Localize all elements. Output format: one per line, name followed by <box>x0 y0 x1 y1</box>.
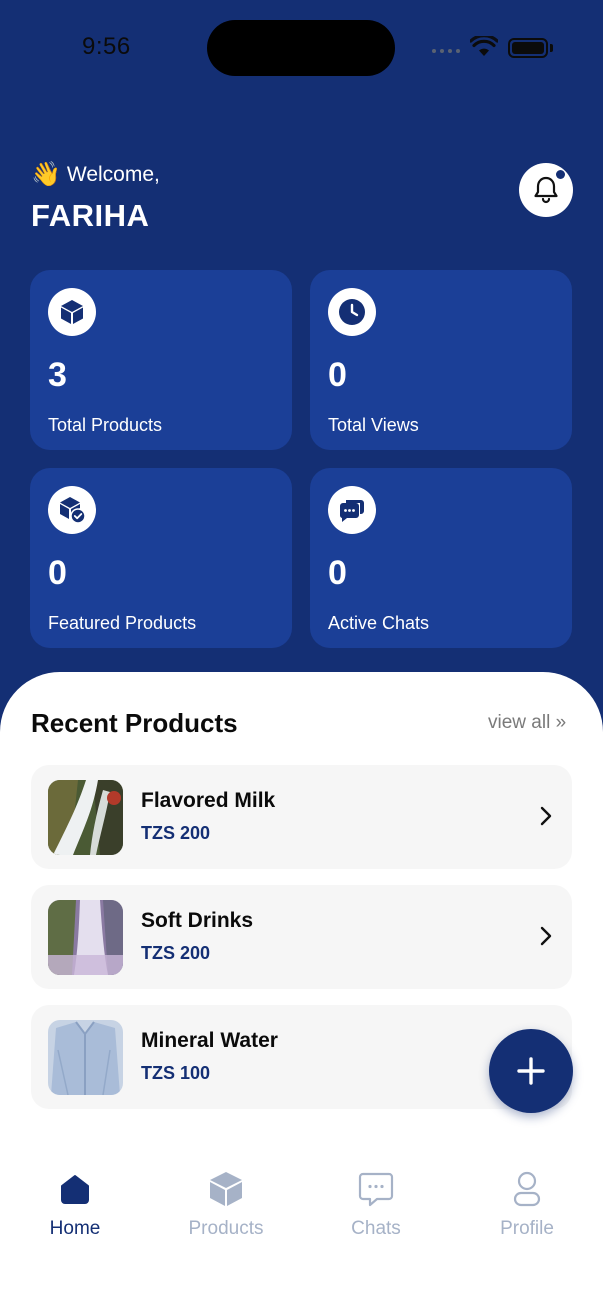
nav-label: Chats <box>351 1218 401 1239</box>
dynamic-island <box>207 20 395 76</box>
product-price: TZS 100 <box>141 1063 211 1083</box>
person-icon <box>513 1171 541 1207</box>
stat-value: 0 <box>328 554 347 592</box>
nav-label: Profile <box>500 1218 554 1239</box>
status-time: 9:56 <box>82 33 131 60</box>
battery-icon <box>508 38 548 58</box>
home-icon <box>61 1175 89 1204</box>
chat-icon <box>358 1172 394 1207</box>
stat-card-active-chats[interactable]: 0 Active Chats <box>310 468 572 648</box>
featured-box-icon <box>48 486 96 534</box>
stat-card-featured-products[interactable]: 0 Featured Products <box>30 468 292 648</box>
cube-icon <box>48 288 96 336</box>
product-thumbnail <box>48 1020 123 1095</box>
box-icon <box>210 1172 242 1206</box>
signal-icon <box>432 49 460 53</box>
stat-value: 3 <box>48 356 67 394</box>
nav-item-products[interactable]: Products <box>151 1170 301 1240</box>
product-name: Mineral Water <box>141 1029 278 1052</box>
section-title: Recent Products <box>31 708 238 738</box>
product-name: Flavored Milk <box>141 789 276 812</box>
chevron-right-icon <box>540 926 552 946</box>
stat-label: Total Products <box>48 415 163 435</box>
product-thumbnail <box>48 900 123 975</box>
plus-icon <box>517 1057 545 1085</box>
stat-card-total-views[interactable]: 0 Total Views <box>310 270 572 450</box>
product-price: TZS 200 <box>141 943 211 963</box>
bell-icon <box>534 176 558 204</box>
wifi-icon <box>470 36 498 56</box>
notifications-button[interactable] <box>519 163 573 217</box>
stat-label: Active Chats <box>328 613 430 633</box>
user-name: FARIHA <box>31 198 150 233</box>
nav-label: Home <box>49 1218 101 1239</box>
welcome-text: Welcome, <box>66 163 160 186</box>
stat-value: 0 <box>328 356 347 394</box>
product-name: Soft Drinks <box>141 909 254 932</box>
stat-label: Total Views <box>328 415 419 435</box>
stat-card-total-products[interactable]: 3 Total Products <box>30 270 292 450</box>
stat-value: 0 <box>48 554 67 592</box>
notification-badge <box>556 170 565 179</box>
add-product-button[interactable] <box>489 1029 573 1113</box>
stat-label: Featured Products <box>48 613 197 633</box>
welcome-row: 👋 Welcome, <box>31 163 160 187</box>
view-all-link[interactable]: view all » <box>488 712 566 734</box>
chat-bubbles-icon <box>328 486 376 534</box>
product-item[interactable]: Flavored Milk TZS 200 <box>31 765 572 869</box>
bottom-navigation: Home Products Chats Profile <box>0 1170 603 1280</box>
waving-hand-icon: 👋 <box>31 161 61 188</box>
nav-item-profile[interactable]: Profile <box>452 1170 602 1240</box>
nav-item-chats[interactable]: Chats <box>301 1170 451 1240</box>
product-item[interactable]: Soft Drinks TZS 200 <box>31 885 572 989</box>
product-thumbnail <box>48 780 123 855</box>
clock-icon <box>328 288 376 336</box>
product-price: TZS 200 <box>141 823 211 843</box>
nav-item-home[interactable]: Home <box>0 1170 150 1240</box>
nav-label: Products <box>188 1218 264 1239</box>
chevron-right-icon <box>540 806 552 826</box>
